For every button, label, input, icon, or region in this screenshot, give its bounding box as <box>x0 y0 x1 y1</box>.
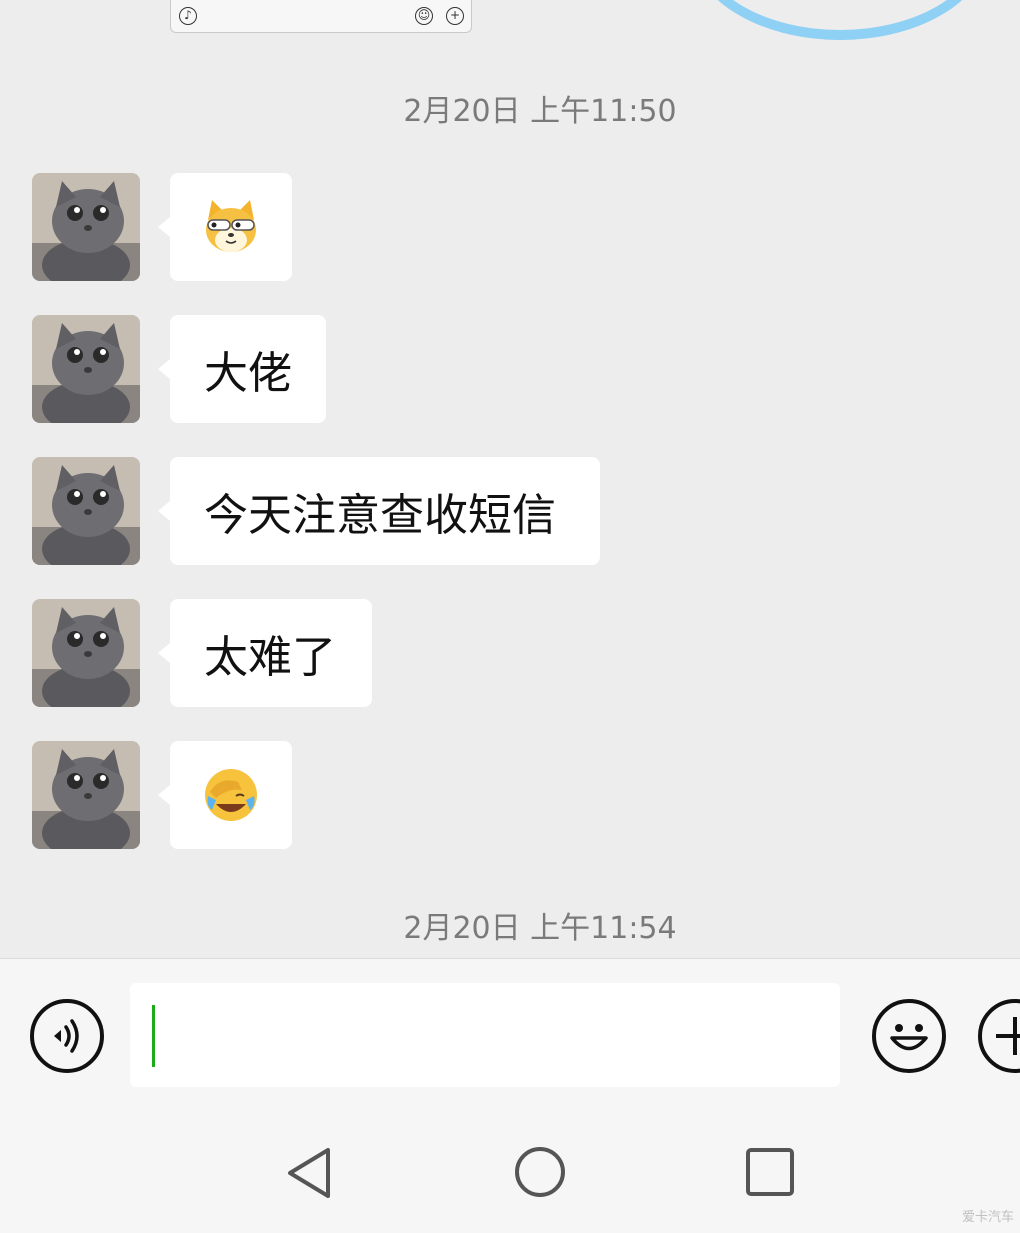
avatar[interactable] <box>32 315 140 423</box>
avatar[interactable] <box>32 599 140 707</box>
chat-area: ♪ ☺ + 2月20日 上午11:50 大佬 今天注意查收短信 太难了 2月20… <box>0 0 1020 958</box>
message-bubble[interactable]: 太难了 <box>158 599 372 707</box>
text-caret <box>152 1005 155 1067</box>
system-nav-bar: 爱卡汽车 <box>0 1098 1020 1233</box>
timestamp: 2月20日 上午11:50 <box>403 94 677 129</box>
message-bubble[interactable] <box>158 173 292 281</box>
message-bubble[interactable]: 今天注意查收短信 <box>158 457 600 565</box>
avatar[interactable] <box>32 173 140 281</box>
message-text: 大佬 <box>204 348 292 399</box>
back-triangle-icon[interactable] <box>284 1146 334 1200</box>
message-text: 今天注意查收短信 <box>204 490 556 541</box>
more-button[interactable] <box>978 999 1020 1073</box>
preview-thumbnail: ♪ ☺ + <box>170 0 472 33</box>
plus-icon <box>996 1017 1020 1055</box>
watermark: 爱卡汽车 <box>961 1210 1014 1225</box>
voice-icon <box>54 1019 79 1053</box>
mini-voice-icon: ♪ <box>179 7 197 25</box>
message-text: 太难了 <box>204 632 336 683</box>
doge-emoji-icon <box>206 200 256 252</box>
emoji-button[interactable] <box>872 999 946 1073</box>
message-input[interactable] <box>130 983 840 1087</box>
mini-smiley-icon: ☺ <box>415 7 433 25</box>
message-bubble[interactable]: 大佬 <box>158 315 326 423</box>
message-bubble[interactable] <box>158 741 292 849</box>
avatar[interactable] <box>32 457 140 565</box>
recents-square-icon[interactable] <box>745 1147 795 1197</box>
mini-plus-icon: + <box>446 7 464 25</box>
decorative-arc <box>690 0 990 40</box>
input-bar <box>0 958 1020 1099</box>
avatar[interactable] <box>32 741 140 849</box>
home-circle-icon[interactable] <box>513 1145 567 1199</box>
timestamp: 2月20日 上午11:54 <box>403 911 677 946</box>
smiley-icon <box>890 1024 928 1051</box>
voice-button[interactable] <box>30 999 104 1073</box>
facepalm-laugh-emoji-icon <box>205 769 257 821</box>
